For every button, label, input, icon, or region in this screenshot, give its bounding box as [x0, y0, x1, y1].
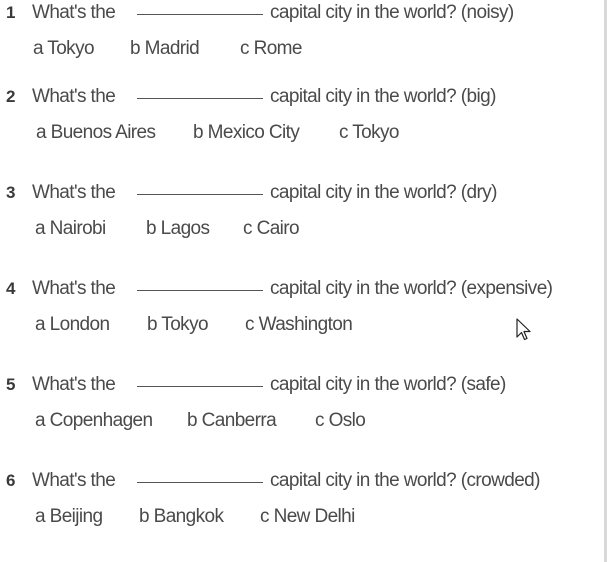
- worksheet-page: 1 What's the capital city in the world? …: [0, 0, 607, 562]
- mouse-pointer-icon: [516, 318, 531, 341]
- option-a: a Copenhagen: [35, 410, 153, 431]
- question-line: 1 What's the capital city in the world? …: [0, 2, 514, 28]
- option-c: c New Delhi: [260, 506, 355, 527]
- question-suffix: capital city in the world? (noisy): [270, 2, 514, 23]
- question-line: 5 What's the capital city in the world? …: [0, 374, 506, 400]
- question-suffix: capital city in the world? (big): [270, 86, 496, 107]
- question-suffix: capital city in the world? (expensive): [270, 278, 553, 299]
- option-c: c Cairo: [243, 218, 300, 239]
- answer-blank: [137, 385, 263, 387]
- answer-blank: [137, 193, 263, 195]
- question-line: 2 What's the capital city in the world? …: [0, 86, 496, 112]
- option-b: b Madrid: [130, 38, 200, 59]
- question-number: 5: [6, 375, 15, 394]
- question-prefix: What's the: [32, 374, 116, 395]
- question-prefix: What's the: [32, 2, 116, 23]
- question-suffix: capital city in the world? (dry): [270, 182, 497, 203]
- option-c: c Rome: [240, 38, 302, 59]
- option-b: b Tokyo: [147, 314, 209, 335]
- question-line: 4 What's the capital city in the world? …: [0, 278, 553, 304]
- question-number: 6: [6, 471, 15, 490]
- question-prefix: What's the: [32, 470, 116, 491]
- answer-blank: [137, 481, 263, 483]
- question-prefix: What's the: [32, 278, 116, 299]
- answer-blank: [137, 97, 263, 99]
- option-b: b Lagos: [146, 218, 210, 239]
- option-a: a London: [35, 314, 110, 335]
- question-number: 1: [6, 3, 15, 22]
- option-b: b Mexico City: [193, 122, 300, 143]
- option-a: a Nairobi: [35, 218, 106, 239]
- option-a: a Buenos Aires: [36, 122, 156, 143]
- option-c: c Oslo: [315, 410, 366, 431]
- option-a: a Beijing: [35, 506, 103, 527]
- option-b: b Canberra: [187, 410, 277, 431]
- question-suffix: capital city in the world? (safe): [270, 374, 506, 395]
- question-number: 4: [6, 279, 15, 298]
- question-number: 2: [6, 87, 15, 106]
- option-c: c Tokyo: [339, 122, 399, 143]
- option-b: b Bangkok: [139, 506, 224, 527]
- question-number: 3: [6, 183, 15, 202]
- answer-blank: [137, 13, 263, 15]
- option-c: c Washington: [245, 314, 353, 335]
- question-line: 6 What's the capital city in the world? …: [0, 470, 540, 496]
- question-line: 3 What's the capital city in the world? …: [0, 182, 497, 208]
- question-suffix: capital city in the world? (crowded): [270, 470, 540, 491]
- question-prefix: What's the: [32, 182, 116, 203]
- answer-blank: [137, 289, 263, 291]
- option-a: a Tokyo: [33, 38, 95, 59]
- question-prefix: What's the: [32, 86, 116, 107]
